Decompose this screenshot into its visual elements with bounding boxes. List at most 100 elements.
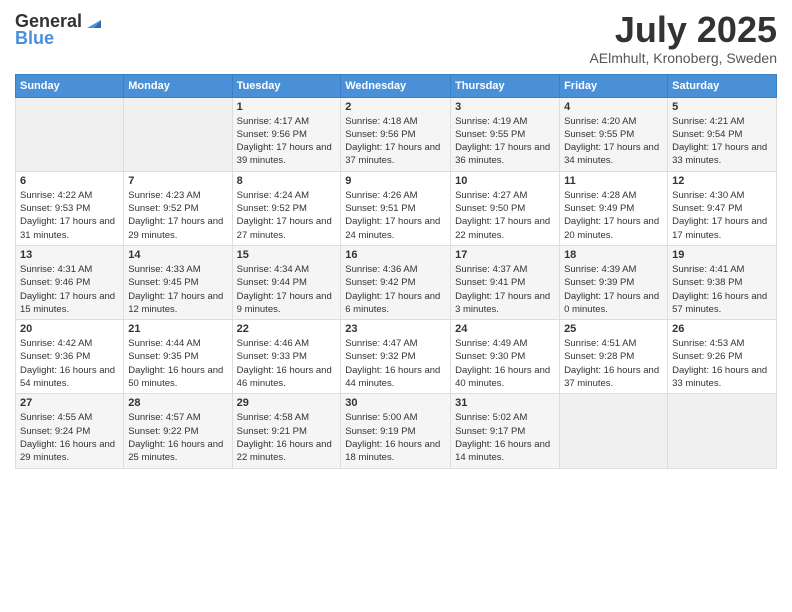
table-row: 19 Sunrise: 4:41 AMSunset: 9:38 PMDayligh… xyxy=(668,245,777,319)
day-info: Sunrise: 4:36 AMSunset: 9:42 PMDaylight:… xyxy=(345,263,446,316)
day-number: 28 xyxy=(128,397,227,409)
table-row: 13 Sunrise: 4:31 AMSunset: 9:46 PMDayligh… xyxy=(16,245,124,319)
col-friday: Friday xyxy=(560,74,668,97)
day-info: Sunrise: 4:23 AMSunset: 9:52 PMDaylight:… xyxy=(128,189,227,242)
day-info: Sunrise: 4:30 AMSunset: 9:47 PMDaylight:… xyxy=(672,189,772,242)
day-number: 21 xyxy=(128,323,227,335)
table-row: 2Sunrise: 4:18 AMSunset: 9:56 PMDaylight… xyxy=(341,97,451,171)
table-row: 9Sunrise: 4:26 AMSunset: 9:51 PMDaylight… xyxy=(341,171,451,245)
logo: General Blue xyxy=(15,10,105,49)
table-row xyxy=(668,394,777,468)
day-info: Sunrise: 4:19 AMSunset: 9:55 PMDaylight:… xyxy=(455,115,555,168)
title-block: July 2025 AElmhult, Kronoberg, Sweden xyxy=(589,10,777,66)
day-number: 13 xyxy=(20,249,119,261)
table-row: 7 Sunrise: 4:23 AMSunset: 9:52 PMDaylight… xyxy=(124,171,232,245)
header-row: Sunday Monday Tuesday Wednesday Thursday… xyxy=(16,74,777,97)
location-title: AElmhult, Kronoberg, Sweden xyxy=(589,50,777,66)
week-row-2: 6Sunrise: 4:22 AMSunset: 9:53 PMDaylight… xyxy=(16,171,777,245)
table-row xyxy=(124,97,232,171)
col-monday: Monday xyxy=(124,74,232,97)
day-number: 10 xyxy=(455,175,555,187)
day-number: 15 xyxy=(237,249,337,261)
day-info: Sunrise: 4:57 AMSunset: 9:22 PMDaylight:… xyxy=(128,411,227,464)
day-info: Sunrise: 4:46 AMSunset: 9:33 PMDaylight:… xyxy=(237,337,337,390)
day-info: Sunrise: 4:34 AMSunset: 9:44 PMDaylight:… xyxy=(237,263,337,316)
week-row-4: 20 Sunrise: 4:42 AMSunset: 9:36 PMDayligh… xyxy=(16,320,777,394)
day-info: Sunrise: 4:37 AMSunset: 9:41 PMDaylight:… xyxy=(455,263,555,316)
day-info: Sunrise: 4:20 AMSunset: 9:55 PMDaylight:… xyxy=(564,115,663,168)
month-title: July 2025 xyxy=(589,10,777,50)
table-row xyxy=(16,97,124,171)
table-row: 6Sunrise: 4:22 AMSunset: 9:53 PMDaylight… xyxy=(16,171,124,245)
table-row: 30Sunrise: 5:00 AMSunset: 9:19 PMDayligh… xyxy=(341,394,451,468)
day-number: 14 xyxy=(128,249,227,261)
day-number: 6 xyxy=(20,175,119,187)
logo-icon xyxy=(83,10,105,32)
day-info: Sunrise: 4:47 AMSunset: 9:32 PMDaylight:… xyxy=(345,337,446,390)
week-row-3: 13 Sunrise: 4:31 AMSunset: 9:46 PMDayligh… xyxy=(16,245,777,319)
day-info: Sunrise: 4:39 AMSunset: 9:39 PMDaylight:… xyxy=(564,263,663,316)
day-info: Sunrise: 4:28 AMSunset: 9:49 PMDaylight:… xyxy=(564,189,663,242)
day-number: 16 xyxy=(345,249,446,261)
table-row: 14 Sunrise: 4:33 AMSunset: 9:45 PMDayligh… xyxy=(124,245,232,319)
day-number: 11 xyxy=(564,175,663,187)
table-row: 18 Sunrise: 4:39 AMSunset: 9:39 PMDayligh… xyxy=(560,245,668,319)
table-row: 25 Sunrise: 4:51 AMSunset: 9:28 PMDayligh… xyxy=(560,320,668,394)
day-info: Sunrise: 4:55 AMSunset: 9:24 PMDaylight:… xyxy=(20,411,119,464)
table-row: 28 Sunrise: 4:57 AMSunset: 9:22 PMDayligh… xyxy=(124,394,232,468)
logo-text-blue: Blue xyxy=(15,28,54,49)
day-info: Sunrise: 4:26 AMSunset: 9:51 PMDaylight:… xyxy=(345,189,446,242)
table-row: 11 Sunrise: 4:28 AMSunset: 9:49 PMDayligh… xyxy=(560,171,668,245)
day-info: Sunrise: 4:42 AMSunset: 9:36 PMDaylight:… xyxy=(20,337,119,390)
day-number: 18 xyxy=(564,249,663,261)
main-container: General Blue July 2025 AElmhult, Kronobe… xyxy=(0,0,792,479)
day-info: Sunrise: 4:18 AMSunset: 9:56 PMDaylight:… xyxy=(345,115,446,168)
day-number: 20 xyxy=(20,323,119,335)
table-row: 15 Sunrise: 4:34 AMSunset: 9:44 PMDayligh… xyxy=(232,245,341,319)
table-row: 1 Sunrise: 4:17 AMSunset: 9:56 PMDaylight… xyxy=(232,97,341,171)
day-info: Sunrise: 4:58 AMSunset: 9:21 PMDaylight:… xyxy=(237,411,337,464)
day-info: Sunrise: 4:21 AMSunset: 9:54 PMDaylight:… xyxy=(672,115,772,168)
table-row: 4 Sunrise: 4:20 AMSunset: 9:55 PMDaylight… xyxy=(560,97,668,171)
table-row: 29 Sunrise: 4:58 AMSunset: 9:21 PMDayligh… xyxy=(232,394,341,468)
table-row: 3 Sunrise: 4:19 AMSunset: 9:55 PMDaylight… xyxy=(451,97,560,171)
table-row: 16 Sunrise: 4:36 AMSunset: 9:42 PMDayligh… xyxy=(341,245,451,319)
day-number: 7 xyxy=(128,175,227,187)
day-info: Sunrise: 4:27 AMSunset: 9:50 PMDaylight:… xyxy=(455,189,555,242)
day-info: Sunrise: 5:00 AMSunset: 9:19 PMDaylight:… xyxy=(345,411,446,464)
col-thursday: Thursday xyxy=(451,74,560,97)
day-number: 31 xyxy=(455,397,555,409)
header: General Blue July 2025 AElmhult, Kronobe… xyxy=(15,10,777,66)
day-number: 22 xyxy=(237,323,337,335)
day-number: 26 xyxy=(672,323,772,335)
table-row: 22 Sunrise: 4:46 AMSunset: 9:33 PMDayligh… xyxy=(232,320,341,394)
day-number: 27 xyxy=(20,397,119,409)
table-row xyxy=(560,394,668,468)
day-info: Sunrise: 4:49 AMSunset: 9:30 PMDaylight:… xyxy=(455,337,555,390)
day-number: 29 xyxy=(237,397,337,409)
day-info: Sunrise: 4:31 AMSunset: 9:46 PMDaylight:… xyxy=(20,263,119,316)
day-info: Sunrise: 4:51 AMSunset: 9:28 PMDaylight:… xyxy=(564,337,663,390)
day-info: Sunrise: 4:41 AMSunset: 9:38 PMDaylight:… xyxy=(672,263,772,316)
day-number: 24 xyxy=(455,323,555,335)
day-info: Sunrise: 4:17 AMSunset: 9:56 PMDaylight:… xyxy=(237,115,337,168)
day-info: Sunrise: 4:53 AMSunset: 9:26 PMDaylight:… xyxy=(672,337,772,390)
col-sunday: Sunday xyxy=(16,74,124,97)
day-number: 25 xyxy=(564,323,663,335)
day-number: 17 xyxy=(455,249,555,261)
day-number: 23 xyxy=(345,323,446,335)
day-number: 1 xyxy=(237,101,337,113)
table-row: 27 Sunrise: 4:55 AMSunset: 9:24 PMDayligh… xyxy=(16,394,124,468)
day-info: Sunrise: 5:02 AMSunset: 9:17 PMDaylight:… xyxy=(455,411,555,464)
day-number: 3 xyxy=(455,101,555,113)
table-row: 8Sunrise: 4:24 AMSunset: 9:52 PMDaylight… xyxy=(232,171,341,245)
calendar-table: Sunday Monday Tuesday Wednesday Thursday… xyxy=(15,74,777,469)
table-row: 21Sunrise: 4:44 AMSunset: 9:35 PMDayligh… xyxy=(124,320,232,394)
col-saturday: Saturday xyxy=(668,74,777,97)
day-number: 12 xyxy=(672,175,772,187)
day-number: 19 xyxy=(672,249,772,261)
day-info: Sunrise: 4:33 AMSunset: 9:45 PMDaylight:… xyxy=(128,263,227,316)
week-row-1: 1 Sunrise: 4:17 AMSunset: 9:56 PMDaylight… xyxy=(16,97,777,171)
table-row: 20 Sunrise: 4:42 AMSunset: 9:36 PMDayligh… xyxy=(16,320,124,394)
day-number: 4 xyxy=(564,101,663,113)
